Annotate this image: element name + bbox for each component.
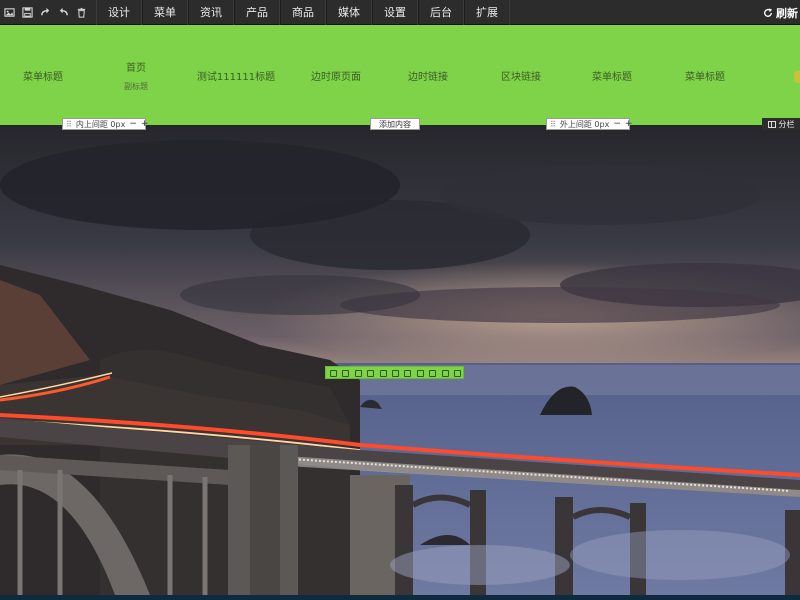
drag-icon[interactable] xyxy=(329,369,337,377)
columns-label: 分栏 xyxy=(778,119,795,129)
main-menu: 设计 菜单 资讯 产品 商品 媒体 设置 后台 扩展 xyxy=(96,0,510,25)
nav-item-test-title[interactable]: 测试111111标题 xyxy=(197,25,275,125)
copy-icon[interactable] xyxy=(441,369,449,377)
columns-icon xyxy=(767,120,776,128)
menu-backend[interactable]: 后台 xyxy=(418,0,464,25)
nav-item-original-page[interactable]: 边时原页面 xyxy=(311,25,361,125)
menu-menu[interactable]: 菜单 xyxy=(142,0,188,25)
menu-extensions[interactable]: 扩展 xyxy=(464,0,510,25)
save-icon[interactable] xyxy=(18,0,36,25)
grip-icon[interactable]: ⠿ xyxy=(550,120,556,129)
nav-band: 菜单标题 首页 副标题 测试111111标题 边时原页面 边时链接 区块链接 菜… xyxy=(0,25,800,125)
hero-image xyxy=(0,125,800,595)
edit-icon[interactable] xyxy=(354,369,362,377)
toolbar-icon-group xyxy=(0,0,90,25)
refresh-button[interactable]: 刷新 xyxy=(763,0,800,25)
increase-outer-padding-button[interactable]: + xyxy=(625,119,633,129)
nav-item-label: 测试111111标题 xyxy=(196,71,276,83)
menu-products[interactable]: 产品 xyxy=(234,0,280,25)
element-toolbar xyxy=(325,366,464,379)
nav-item-label: 边时链接 xyxy=(408,71,448,83)
nav-item-label: 区块链接 xyxy=(501,71,541,83)
inner-padding-label: 内上间距 0px xyxy=(75,119,126,129)
grip-icon[interactable]: ⠿ xyxy=(66,120,72,129)
nav-item-label: 菜单标题 xyxy=(685,71,725,83)
outer-padding-label: 外上间距 0px xyxy=(559,119,610,129)
outer-padding-control: ⠿ 外上间距 0px − + xyxy=(546,118,633,130)
menu-design[interactable]: 设计 xyxy=(96,0,142,25)
nav-item-subtitle: 副标题 xyxy=(124,81,148,91)
nav-item-block-link[interactable]: 区块链接 xyxy=(501,25,541,125)
menu-settings[interactable]: 设置 xyxy=(372,0,418,25)
style-icon[interactable] xyxy=(379,369,387,377)
decrease-outer-padding-button[interactable]: − xyxy=(613,119,621,129)
align-center-icon[interactable] xyxy=(416,369,424,377)
increase-padding-button[interactable]: + xyxy=(141,119,149,129)
nav-item-menu-title-2[interactable]: 菜单标题 xyxy=(592,25,632,125)
redo-icon[interactable] xyxy=(36,0,54,25)
delete-icon[interactable] xyxy=(453,369,461,377)
align-right-icon[interactable] xyxy=(428,369,437,377)
nav-item-label: 首页 xyxy=(126,62,146,74)
decrease-padding-button[interactable]: − xyxy=(129,119,137,129)
resize-icon[interactable] xyxy=(341,369,350,377)
nav-scroll-handle[interactable] xyxy=(794,71,800,83)
nav-item-label: 菜单标题 xyxy=(23,71,63,83)
nav-item-home[interactable]: 首页 副标题 xyxy=(124,25,148,125)
top-toolbar: 设计 菜单 资讯 产品 商品 媒体 设置 后台 扩展 刷新 xyxy=(0,0,800,25)
image-icon[interactable] xyxy=(0,0,18,25)
inner-padding-control: ⠿ 内上间距 0px − + xyxy=(62,118,149,130)
nav-item-menu-title-3[interactable]: 菜单标题 xyxy=(685,25,725,125)
menu-news[interactable]: 资讯 xyxy=(188,0,234,25)
add-content-button[interactable]: 添加内容 xyxy=(370,118,420,130)
settings-icon[interactable] xyxy=(366,369,375,377)
refresh-label: 刷新 xyxy=(776,6,798,20)
bottom-strip xyxy=(0,595,800,600)
refresh-icon xyxy=(764,7,773,17)
hero-photo xyxy=(0,125,800,595)
trash-icon[interactable] xyxy=(72,0,90,25)
nav-item-link[interactable]: 边时链接 xyxy=(408,25,448,125)
align-left-icon[interactable] xyxy=(403,369,412,377)
undo-icon[interactable] xyxy=(54,0,72,25)
columns-button[interactable]: 分栏 xyxy=(762,118,800,130)
nav-item-label: 菜单标题 xyxy=(592,71,632,83)
menu-media[interactable]: 媒体 xyxy=(326,0,372,25)
nav-item-label: 边时原页面 xyxy=(311,71,361,83)
link-icon[interactable] xyxy=(391,369,399,377)
menu-goods[interactable]: 商品 xyxy=(280,0,326,25)
nav-item-menu-title-1[interactable]: 菜单标题 xyxy=(23,25,63,125)
